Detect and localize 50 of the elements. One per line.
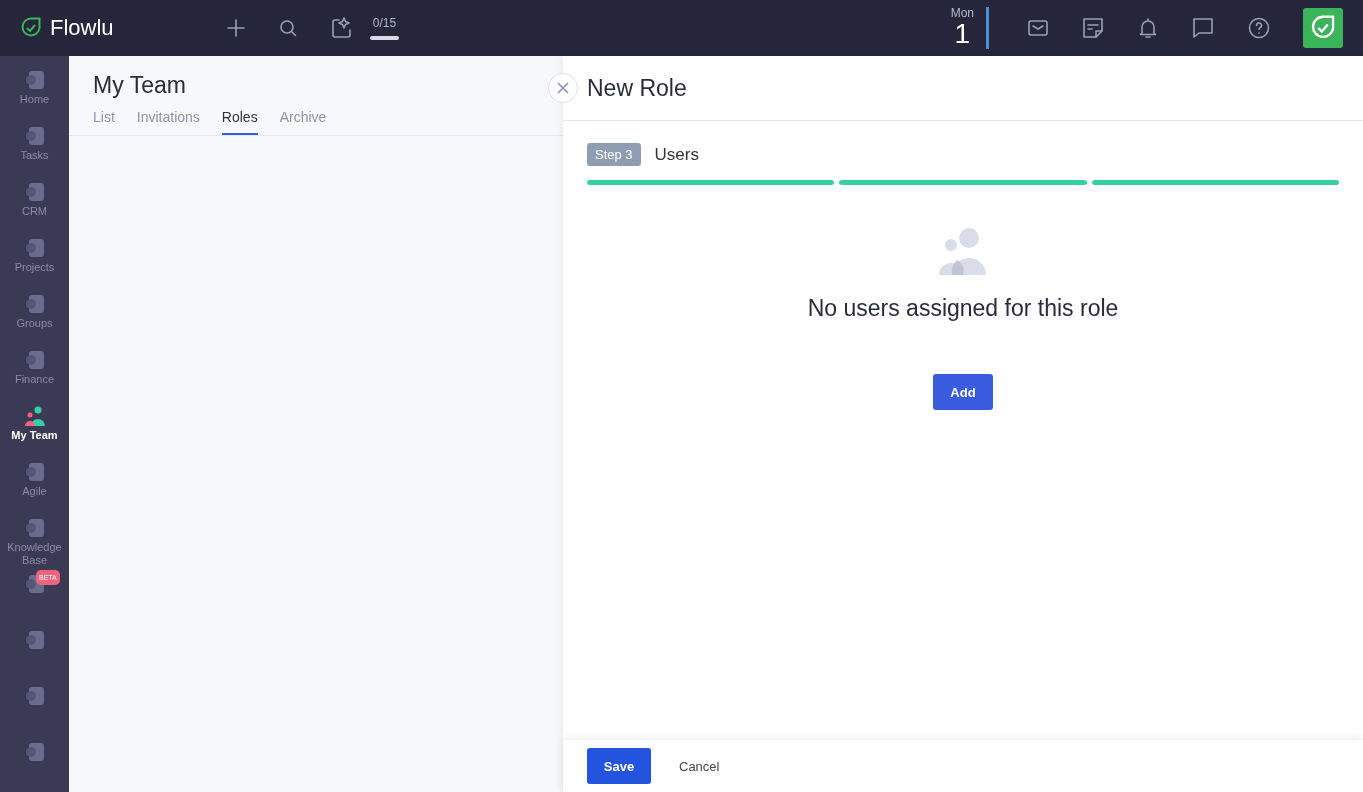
panel-title: New Role (587, 74, 687, 102)
empty-message: No users assigned for this role (807, 295, 1119, 322)
bell-icon[interactable] (1137, 17, 1159, 39)
help-icon[interactable] (1247, 16, 1271, 40)
tab[interactable]: Archive (279, 109, 327, 135)
app-icon (24, 630, 45, 650)
chat-icon[interactable] (1191, 16, 1215, 40)
search-button[interactable] (278, 18, 298, 38)
sidebar-item[interactable]: CRM (0, 182, 69, 232)
app-icon (24, 350, 45, 370)
leaf-check-icon (1310, 15, 1336, 41)
page-title: My Team (93, 72, 187, 99)
mail-icon[interactable] (1027, 17, 1049, 39)
add-button[interactable]: Add (933, 374, 993, 410)
app-icon (24, 126, 45, 146)
sidebar-item[interactable]: Home (0, 70, 69, 120)
app-icon (24, 182, 45, 202)
step-title: Users (654, 144, 699, 165)
sidebar-item[interactable]: Knowledge Base (0, 518, 69, 568)
app-icon (24, 518, 45, 538)
step-badge: Step 3 (587, 143, 641, 166)
app-icon (24, 238, 45, 258)
tab[interactable]: Invitations (136, 109, 200, 135)
leaf-check-icon (20, 17, 42, 39)
app-button[interactable] (1303, 8, 1343, 48)
note-icon[interactable] (1081, 16, 1105, 40)
date-widget[interactable]: Mon 1 (950, 7, 989, 49)
save-button[interactable]: Save (587, 748, 651, 784)
sidebar-item[interactable]: Groups (0, 294, 69, 344)
logo-text: Flowlu (50, 15, 114, 41)
logo[interactable]: Flowlu (20, 15, 210, 41)
app-icon (24, 294, 45, 314)
app-icon (24, 686, 45, 706)
tab[interactable]: Roles (221, 109, 258, 135)
sidebar-item[interactable]: Tasks (0, 126, 69, 176)
sparkle-box-icon[interactable] (330, 16, 354, 40)
add-button[interactable] (226, 18, 246, 38)
sidebar-item[interactable]: Finance (0, 350, 69, 400)
sidebar-item[interactable]: Projects (0, 238, 69, 288)
app-icon (24, 742, 45, 762)
app-icon (24, 70, 45, 90)
close-icon (556, 81, 570, 95)
sidebar-item[interactable]: My Team (0, 406, 69, 456)
app-icon (24, 462, 45, 482)
tab[interactable]: List (93, 109, 115, 135)
team-icon (24, 406, 45, 426)
task-counter[interactable]: 0/15 (370, 16, 399, 40)
users-icon (938, 227, 988, 275)
cancel-button[interactable]: Cancel (661, 748, 738, 784)
sidebar-item[interactable]: Agile (0, 462, 69, 512)
